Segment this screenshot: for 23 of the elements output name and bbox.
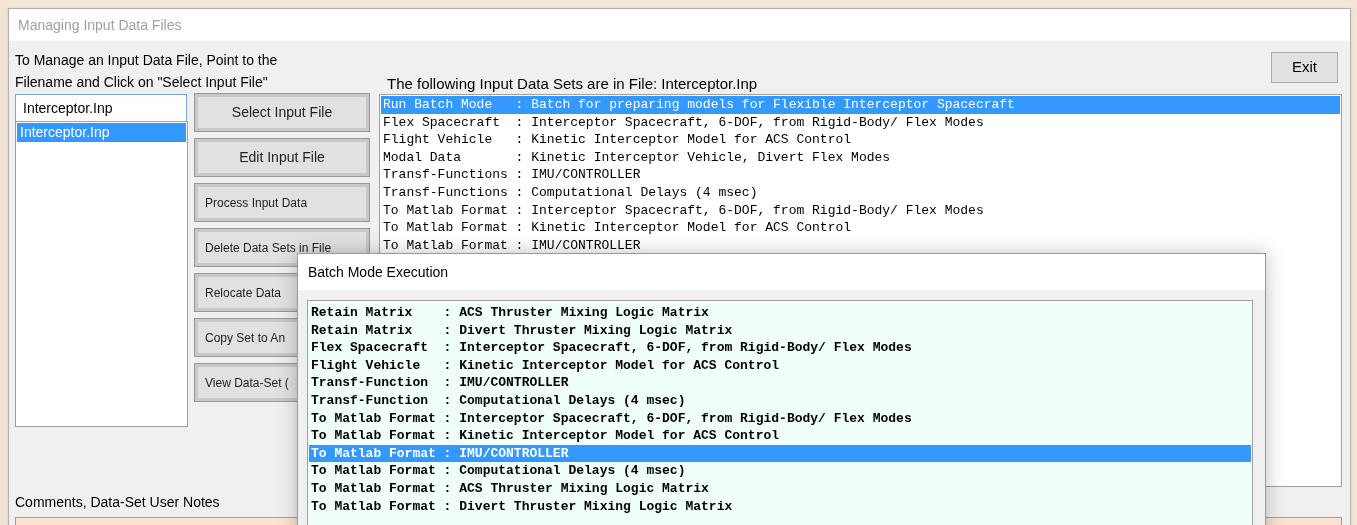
list-row[interactable]: Flex Spacecraft : Interceptor Spacecraft, 6-DOF, from Rigid-Body/ Flex Modes	[381, 113, 1340, 132]
list-row[interactable]: Flight Vehicle : Kinetic Interceptor Model for ACS Control	[381, 131, 1340, 149]
data-sets-label: The following Input Data Sets are in File: Interceptor.Inp	[387, 74, 758, 94]
list-row[interactable]: Transf-Functions : Computational Delays (4 msec)	[381, 183, 1340, 202]
comments-label: Comments, Data-Set User Notes	[15, 493, 220, 512]
exit-button[interactable]: Exit	[1271, 52, 1338, 83]
window-title: Managing Input Data Files	[18, 15, 182, 35]
instruction-text: Filename and Click on "Select Input File"	[15, 73, 269, 92]
list-row[interactable]: To Matlab Format : ACS Thruster Mixing Logic Matrix	[309, 479, 1251, 498]
list-row[interactable]: Modal Data : Kinetic Interceptor Vehicle, Divert Flex Modes	[381, 148, 1340, 167]
list-row[interactable]: To Matlab Format : IMU/CONTROLLER	[381, 236, 1340, 255]
list-row[interactable]: Transf-Functions : IMU/CONTROLLER	[381, 166, 1340, 184]
instruction-text: To Manage an Input Data File, Point to the	[15, 51, 278, 70]
list-row[interactable]: To Matlab Format : Divert Thruster Mixing Logic Matrix	[309, 497, 1251, 516]
action-button[interactable]: Select Input File	[195, 94, 369, 131]
list-row[interactable]: To Matlab Format : Kinetic Interceptor Model for ACS Control	[309, 427, 1251, 445]
list-row[interactable]: To Matlab Format : Interceptor Spacecraft, 6-DOF, from Rigid-Body/ Flex Modes	[309, 409, 1251, 428]
list-row[interactable]: To Matlab Format : Computational Delays (4 msec)	[309, 462, 1251, 480]
list-row[interactable]: To Matlab Format : Kinetic Interceptor Model for ACS Control	[381, 219, 1340, 237]
action-button[interactable]: Edit Input File	[195, 139, 369, 176]
list-row[interactable]: To Matlab Format : Interceptor Spacecraft, 6-DOF, from Rigid-Body/ Flex Modes	[381, 201, 1340, 220]
action-button[interactable]: Process Input Data	[195, 184, 369, 221]
filename-field[interactable]: Interceptor.Inp	[15, 94, 187, 122]
